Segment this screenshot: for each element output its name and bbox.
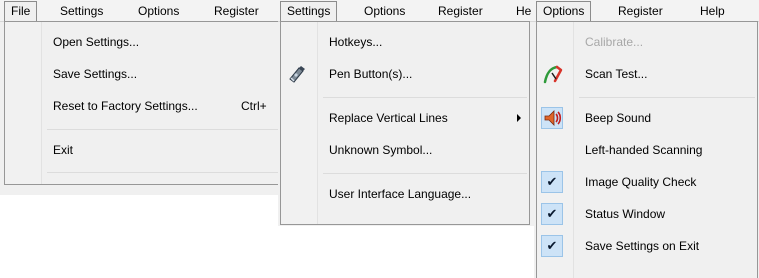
menu-item-label: Unknown Symbol...	[329, 143, 433, 157]
menu-item-label: Beep Sound	[585, 111, 652, 125]
menu-separator	[579, 97, 755, 98]
menubar-file[interactable]: File	[4, 1, 38, 22]
menu-item-pen-button[interactable]: Pen Button(s)...	[281, 62, 529, 86]
menu-item-label: User Interface Language...	[329, 187, 472, 201]
menu-item-calibrate: Calibrate...	[537, 30, 757, 54]
menu-item-label: Replace Vertical Lines	[329, 111, 448, 125]
menu-bar: Options Register Help	[534, 0, 759, 22]
menu-item-label: Pen Button(s)...	[329, 67, 413, 81]
menu-item-label: Left-handed Scanning	[585, 143, 703, 157]
menu-bar: Settings Options Register He	[278, 0, 535, 22]
options-menu-window: Options Register Help Calibrate... Scan …	[534, 0, 759, 278]
menu-separator	[47, 172, 279, 173]
menu-item-shortcut: Ctrl+	[241, 99, 267, 113]
menu-item-unknown-symbol[interactable]: Unknown Symbol...	[281, 138, 529, 162]
menubar-help[interactable]: Help	[694, 3, 731, 19]
menu-item-label: Image Quality Check	[585, 175, 697, 189]
menu-item-label: Open Settings...	[53, 35, 140, 49]
settings-menu-window: Settings Options Register He Hotkeys... …	[278, 0, 535, 226]
settings-dropdown: Hotkeys... Pen Button(s)... Replace Vert…	[280, 21, 530, 225]
submenu-arrow-icon	[517, 114, 521, 122]
menu-item-scan-test[interactable]: Scan Test...	[537, 62, 757, 86]
menu-item-reset-factory[interactable]: Reset to Factory Settings... Ctrl+	[5, 94, 279, 118]
file-dropdown: Open Settings... Save Settings... Reset …	[4, 21, 279, 185]
menu-item-exit[interactable]: Exit	[5, 138, 279, 162]
menu-separator	[323, 173, 527, 174]
menu-item-label: Reset to Factory Settings...	[53, 99, 198, 113]
menu-item-label: Save Settings...	[53, 67, 138, 81]
menu-item-ui-language[interactable]: User Interface Language...	[281, 182, 529, 206]
pen-icon	[287, 64, 307, 84]
checkmark-icon: ✔	[541, 171, 563, 193]
menu-item-label: Save Settings on Exit	[585, 239, 700, 253]
menubar-options[interactable]: Options	[536, 1, 592, 22]
menu-item-beep-sound[interactable]: Beep Sound	[537, 106, 757, 130]
menu-item-label: Exit	[53, 143, 74, 157]
menu-separator	[323, 97, 527, 98]
menubar-settings[interactable]: Settings	[280, 1, 338, 22]
menubar-options[interactable]: Options	[132, 3, 185, 19]
menu-item-open-settings[interactable]: Open Settings...	[5, 30, 279, 54]
menu-bar: File Settings Options Register	[0, 0, 279, 22]
menubar-options[interactable]: Options	[358, 3, 411, 19]
menu-item-replace-vertical-lines[interactable]: Replace Vertical Lines	[281, 106, 529, 130]
menu-item-save-settings[interactable]: Save Settings...	[5, 62, 279, 86]
menu-item-left-handed-scanning[interactable]: Left-handed Scanning	[537, 138, 757, 162]
menubar-settings[interactable]: Settings	[54, 3, 109, 19]
menu-item-label: Scan Test...	[585, 67, 648, 81]
scan-test-icon	[543, 64, 563, 84]
file-menu-window: File Settings Options Register Open Sett…	[0, 0, 279, 195]
menu-item-label: Hotkeys...	[329, 35, 383, 49]
menu-item-status-window[interactable]: ✔ Status Window	[537, 202, 757, 226]
menubar-register[interactable]: Register	[432, 3, 489, 19]
menu-item-save-settings-on-exit[interactable]: ✔ Save Settings on Exit	[537, 234, 757, 258]
menu-item-hotkeys[interactable]: Hotkeys...	[281, 30, 529, 54]
speaker-icon	[541, 107, 563, 129]
menu-item-label: Calibrate...	[585, 35, 644, 49]
menubar-help[interactable]: He	[510, 3, 535, 19]
menu-item-label: Status Window	[585, 207, 666, 221]
checkmark-icon: ✔	[541, 203, 563, 225]
menu-item-image-quality-check[interactable]: ✔ Image Quality Check	[537, 170, 757, 194]
checkmark-icon: ✔	[541, 235, 563, 257]
menubar-register[interactable]: Register	[612, 3, 669, 19]
menu-separator	[47, 129, 279, 130]
menubar-register[interactable]: Register	[208, 3, 265, 19]
options-dropdown: Calibrate... Scan Test... Beep Sound Lef…	[536, 21, 758, 278]
